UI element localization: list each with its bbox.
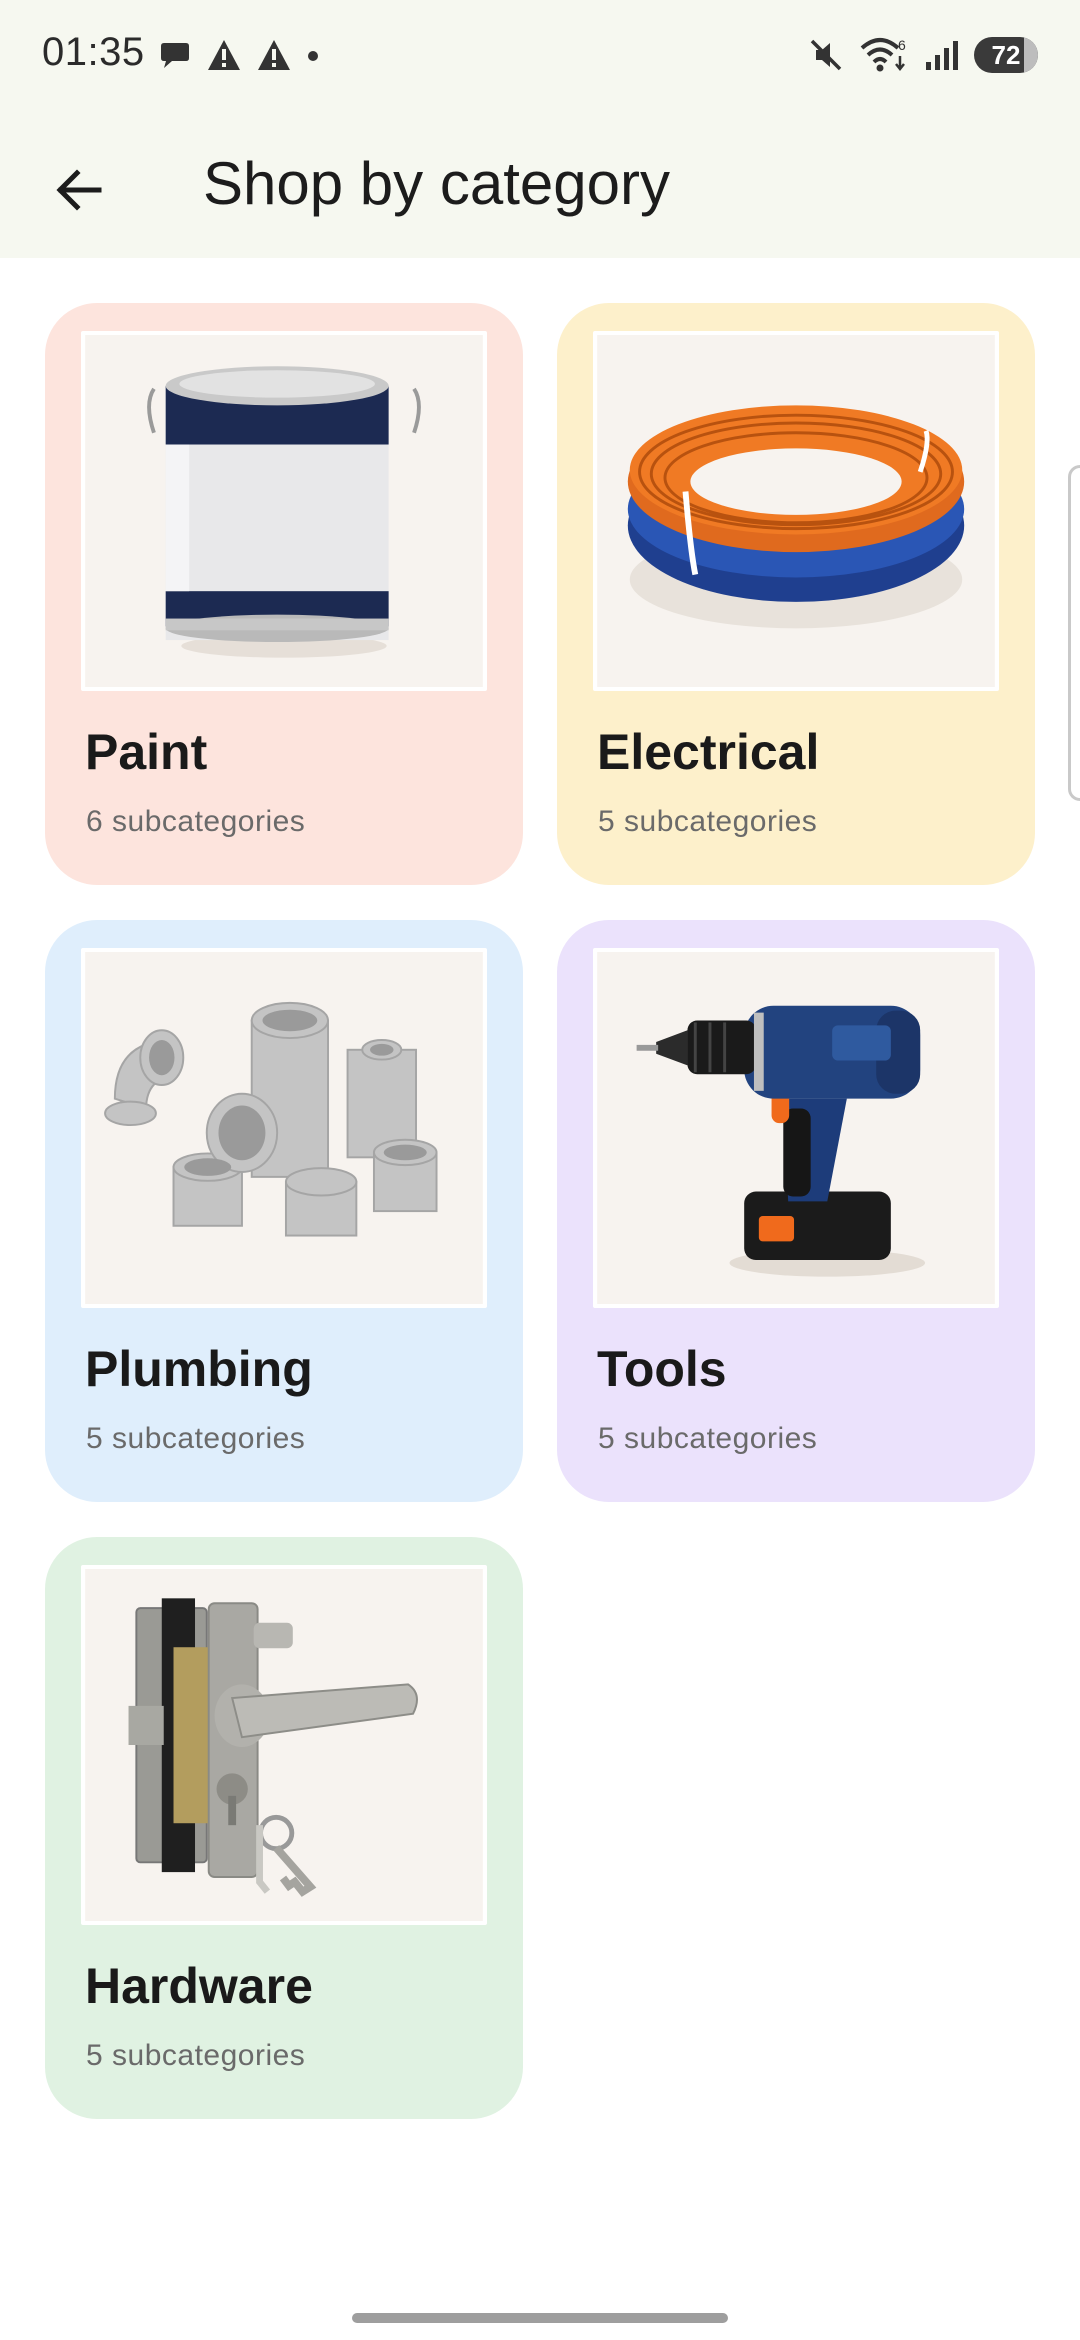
battery-level: 72 <box>991 39 1021 70</box>
pipe-fittings-image <box>81 948 487 1308</box>
edge-panel-handle[interactable] <box>1068 465 1080 801</box>
home-indicator[interactable] <box>352 2313 728 2323</box>
door-lock-image <box>81 1565 487 1925</box>
page-title: Shop by category <box>203 150 670 217</box>
category-title: Hardware <box>85 1958 313 2014</box>
warning-icon <box>208 40 240 70</box>
wire-coil-image <box>593 331 999 691</box>
category-subtitle: 5 subcategories <box>598 1422 818 1455</box>
chat-bubble-icon <box>161 43 189 68</box>
arrow-left-icon <box>56 169 102 211</box>
category-card-hardware[interactable]: Hardware 5 subcategories <box>45 1537 523 2119</box>
system-icons: 6 72 <box>808 36 1038 74</box>
status-time: 01:35 <box>42 30 145 74</box>
back-button[interactable] <box>42 153 116 227</box>
notification-icons <box>158 38 320 72</box>
category-card-electrical[interactable]: Electrical 5 subcategories <box>557 303 1035 885</box>
category-card-plumbing[interactable]: Plumbing 5 subcategories <box>45 920 523 1502</box>
signal-icon <box>926 41 958 70</box>
wifi-label: 6 <box>898 37 906 53</box>
wifi-icon: 6 <box>860 37 906 72</box>
category-subtitle: 6 subcategories <box>86 805 306 838</box>
category-grid: Paint 6 subcategories Electrical 5 subca… <box>45 303 1035 2119</box>
category-subtitle: 5 subcategories <box>86 2039 306 2072</box>
category-title: Paint <box>85 724 208 780</box>
warning-icon <box>258 40 290 70</box>
category-title: Electrical <box>597 724 820 780</box>
muted-icon <box>810 39 842 71</box>
battery-indicator: 72 <box>974 37 1038 73</box>
category-card-tools[interactable]: Tools 5 subcategories <box>557 920 1035 1502</box>
dot-icon <box>308 51 318 61</box>
app-bar: Shop by category <box>0 115 1080 258</box>
category-card-paint[interactable]: Paint 6 subcategories <box>45 303 523 885</box>
category-title: Tools <box>597 1341 727 1397</box>
paint-can-image <box>81 331 487 691</box>
category-title: Plumbing <box>85 1341 313 1397</box>
status-bar: 01:35 6 72 <box>0 0 1080 115</box>
category-subtitle: 5 subcategories <box>598 805 818 838</box>
cordless-drill-image <box>593 948 999 1308</box>
category-subtitle: 5 subcategories <box>86 1422 306 1455</box>
